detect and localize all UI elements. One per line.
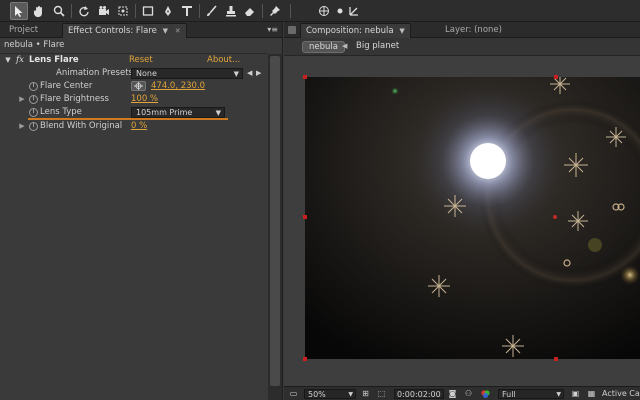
animation-presets-dropdown[interactable]: None ▼ — [131, 68, 243, 79]
zoom-icon[interactable] — [50, 2, 68, 20]
reset-link[interactable]: Reset — [129, 54, 153, 67]
magnification-dropdown[interactable]: 50% ▼ — [304, 389, 356, 399]
eraser-icon[interactable] — [241, 2, 259, 20]
brush-icon[interactable] — [203, 2, 221, 20]
transparency-grid-icon[interactable]: ▦ — [586, 389, 597, 399]
close-icon[interactable]: ✕ — [175, 24, 181, 38]
snapshot-camera-icon[interactable]: ◙ — [447, 389, 458, 399]
tab-effect-controls-label: Effect Controls: Flare — [68, 26, 157, 36]
show-snapshot-icon[interactable]: ⚇ — [463, 389, 474, 399]
animation-presets-value: None — [136, 69, 157, 78]
next-preset-icon[interactable]: ▶ — [256, 67, 261, 80]
expand-down-icon[interactable]: ▼ — [4, 54, 12, 67]
hand-icon[interactable] — [30, 2, 48, 20]
expand-right-icon[interactable]: ▶ — [18, 120, 26, 133]
fx-icon[interactable]: fx — [16, 54, 24, 67]
flare-center-label: Flare Center — [40, 81, 93, 91]
comp-nebula-button[interactable]: nebula — [302, 41, 345, 53]
layer-handle[interactable] — [554, 75, 558, 79]
region-of-interest-icon[interactable]: ⬚ — [376, 389, 387, 399]
composition-viewer[interactable] — [305, 77, 640, 359]
flare-center-value[interactable]: 474.0, 230.0 — [151, 80, 205, 93]
lock-icon[interactable] — [288, 26, 296, 34]
composition-panel: Composition: nebula ▼ Layer: (none) nebu… — [284, 22, 640, 400]
camera-orbit-icon[interactable] — [95, 2, 113, 20]
rotate-icon[interactable] — [75, 2, 93, 20]
axis-view-icon[interactable] — [345, 2, 363, 20]
selection-arrow-icon[interactable] — [10, 2, 28, 20]
resolution-dropdown[interactable]: Full ▼ — [498, 389, 564, 399]
tab-composition-label: Composition: nebula — [306, 26, 394, 36]
effect-controls-scrollbar[interactable] — [268, 54, 282, 400]
composition-navigator: nebula ◀ Big planet — [284, 38, 640, 56]
chevron-down-icon[interactable]: ▼ — [399, 24, 404, 38]
left-tab-row: Project Effect Controls: Flare ▼ ✕ ▾≡ — [0, 22, 282, 38]
layer-handle[interactable] — [303, 357, 307, 361]
text-icon[interactable] — [178, 2, 196, 20]
pan-behind-icon[interactable] — [114, 2, 132, 20]
tab-effect-controls[interactable]: Effect Controls: Flare ▼ ✕ — [62, 23, 187, 38]
previous-preset-icon[interactable]: ◀ — [247, 67, 252, 80]
resolution-value: Full — [502, 390, 516, 399]
chevron-down-icon: ▼ — [233, 70, 239, 78]
lens-type-dropdown[interactable]: 105mm Prime ▼ — [131, 107, 225, 118]
stopwatch-icon[interactable] — [29, 108, 38, 117]
chevron-down-icon[interactable]: ▼ — [163, 24, 168, 38]
chevron-down-icon: ▼ — [348, 391, 353, 398]
channel-rgb-icon[interactable] — [480, 389, 491, 399]
crosshair-icon[interactable] — [131, 81, 146, 91]
about-link[interactable]: About... — [207, 54, 240, 67]
flare-brightness-value[interactable]: 100 % — [131, 93, 158, 106]
animation-presets-label: Animation Presets: — [56, 68, 136, 78]
chevron-down-icon: ▼ — [215, 109, 221, 117]
tab-layer-label: Layer: (none) — [445, 25, 502, 35]
layer-handle[interactable] — [303, 215, 307, 219]
lens-type-value: 105mm Prime — [136, 108, 193, 117]
clone-stamp-icon[interactable] — [222, 2, 240, 20]
animation-presets-row: Animation Presets: None ▼ ◀ ▶ — [0, 67, 267, 80]
puppet-pin-icon[interactable] — [266, 2, 284, 20]
panel-menu-icon[interactable]: ▾≡ — [267, 25, 278, 34]
flare-brightness-row: ▶ Flare Brightness 100 % — [0, 93, 267, 106]
rectangle-mask-icon[interactable] — [139, 2, 157, 20]
effect-controls-panel: Project Effect Controls: Flare ▼ ✕ ▾≡ ne… — [0, 22, 283, 400]
magnification-value: 50% — [308, 390, 326, 399]
tab-layer[interactable]: Layer: (none) — [440, 23, 507, 38]
chevron-down-icon: ▼ — [556, 391, 561, 398]
fast-preview-icon[interactable]: ▣ — [570, 389, 581, 399]
expand-right-icon[interactable]: ▶ — [18, 93, 26, 106]
lens-flare-render — [305, 77, 640, 359]
safe-margins-icon[interactable]: ⊞ — [360, 389, 371, 399]
viewer-controls-bar: ▭ 50% ▼ ⊞ ⬚ 0:00:02:00 ◙ ⚇ Full ▼ ▣ ▦ Ac… — [284, 386, 640, 400]
effect-name: Lens Flare — [29, 55, 79, 65]
stopwatch-icon[interactable] — [29, 122, 38, 131]
current-time-field[interactable]: 0:00:02:00 — [394, 389, 444, 399]
tools-toolbar — [0, 0, 640, 22]
always-preview-icon[interactable]: ▭ — [288, 389, 299, 399]
flare-brightness-label: Flare Brightness — [40, 94, 109, 104]
blend-with-original-row: ▶ Blend With Original 0 % — [0, 120, 267, 133]
arrow-left-icon: ◀ — [342, 42, 348, 50]
stopwatch-icon[interactable] — [29, 82, 38, 91]
effect-lens-flare-row[interactable]: ▼ fx Lens Flare Reset About... — [0, 54, 267, 67]
tab-project[interactable]: Project — [4, 23, 43, 38]
flare-center-row: Flare Center 474.0, 230.0 — [0, 80, 267, 93]
active-camera-dropdown[interactable]: Active Ca — [602, 389, 640, 399]
tab-composition[interactable]: Composition: nebula ▼ — [300, 23, 411, 38]
blend-value[interactable]: 0 % — [131, 120, 147, 133]
pen-icon[interactable] — [159, 2, 177, 20]
scrollbar-thumb[interactable] — [270, 56, 280, 386]
blend-label: Blend With Original — [40, 121, 123, 131]
layer-handle[interactable] — [554, 357, 558, 361]
stopwatch-icon[interactable] — [29, 95, 38, 104]
breadcrumb: nebula • Flare — [4, 40, 65, 50]
comp-big-planet-button[interactable]: Big planet — [350, 41, 405, 53]
tab-project-label: Project — [9, 25, 39, 35]
right-tab-row: Composition: nebula ▼ Layer: (none) — [284, 22, 640, 38]
layer-handle[interactable] — [303, 75, 307, 79]
